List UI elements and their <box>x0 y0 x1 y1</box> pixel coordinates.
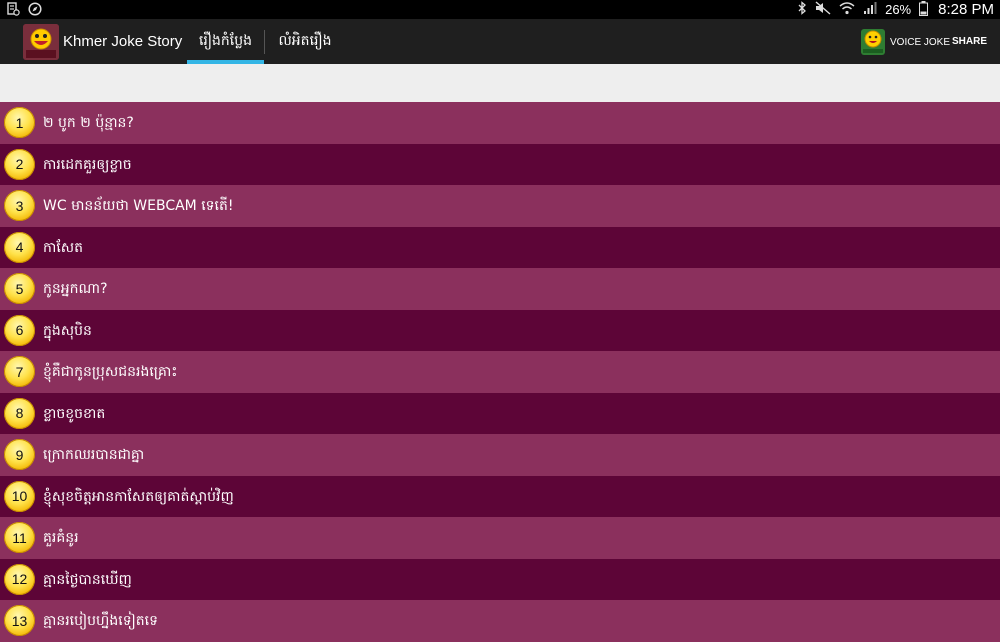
list-item[interactable]: 12 គ្មានថ្ងៃបានឃើញ <box>0 558 1000 600</box>
voice-joke-button[interactable]: VOICE JOKE <box>860 27 950 57</box>
item-title: ២ បូក ២ ប៉ុន្មាន? <box>43 115 134 131</box>
item-number-badge: 7 <box>4 356 35 387</box>
list-item[interactable]: 7 ខ្ញុំគឺជាកូនប្រុសជនរងគ្រោះ <box>0 351 1000 393</box>
list-item[interactable]: 1 ២ បូក ២ ប៉ុន្មាន? <box>0 102 1000 144</box>
tab-details[interactable]: លំអិតរឿង <box>265 19 345 64</box>
voice-joke-label: VOICE JOKE <box>890 36 951 48</box>
list-item[interactable]: 2 ការដេកគួរឲ្យខ្លាច <box>0 143 1000 185</box>
list-item[interactable]: 4 កាសែត <box>0 226 1000 268</box>
app-logo[interactable] <box>23 24 59 60</box>
list-item[interactable]: 11 គួរគំនូរ <box>0 517 1000 559</box>
status-bar: 26% 8:28 PM <box>0 0 1000 19</box>
tab-jokes-label: រឿងកំប្លែង <box>198 33 253 49</box>
content-header-strip <box>0 64 1000 102</box>
item-number-badge: 3 <box>4 190 35 221</box>
item-title: គ្មានថ្ងៃបានឃើញ <box>43 571 132 588</box>
item-number-badge: 4 <box>4 231 35 263</box>
list-item[interactable]: 5 កូនអ្នកណា? <box>0 268 1000 310</box>
item-number-badge: 9 <box>4 439 35 470</box>
item-title: ខ្លាចខូចខាត <box>43 405 106 422</box>
status-left-icons <box>6 2 42 16</box>
item-title: ការដេកគួរឲ្យខ្លាច <box>43 156 132 173</box>
item-number-badge: 1 <box>4 107 35 138</box>
item-number-badge: 12 <box>4 563 35 595</box>
app-title: Khmer Joke Story <box>63 33 183 50</box>
mute-icon <box>815 1 831 18</box>
clock: 8:28 PM <box>938 1 994 18</box>
item-title: ខ្ញុំសុខចិត្តអានកាសែតឲ្យគាត់ស្តាប់វិញ <box>43 488 234 505</box>
notification-icon <box>6 2 20 16</box>
list-item[interactable]: 3 WC មានន័យថា WEBCAM ទេតើ! <box>0 185 1000 227</box>
item-title: ក្រោកឈរបានជាគ្នា <box>43 447 145 463</box>
item-title: គ្មានរបៀបហ្នឹងទៀតទេ <box>43 613 158 629</box>
item-number-badge: 8 <box>4 397 35 429</box>
item-title: ខ្ញុំគឺជាកូនប្រុសជនរងគ្រោះ <box>43 364 178 380</box>
item-number-badge: 13 <box>4 605 35 636</box>
item-title: កូនអ្នកណា? <box>43 281 108 297</box>
joke-list: 1 ២ បូក ២ ប៉ុន្មាន? 2 ការដេកគួរឲ្យខ្លាច 3 WC … <box>0 102 1000 642</box>
item-title: WC មានន័យថា WEBCAM ទេតើ! <box>43 198 234 214</box>
list-item[interactable]: 8 ខ្លាចខូចខាត <box>0 392 1000 434</box>
tab-jokes[interactable]: រឿងកំប្លែង <box>187 19 264 64</box>
item-title: ក្នុងសុបិន <box>43 322 92 339</box>
item-title: កាសែត <box>43 239 83 256</box>
tab-details-label: លំអិតរឿង <box>278 33 332 49</box>
compass-icon <box>28 2 42 16</box>
voice-joke-icon <box>860 28 886 56</box>
battery-icon <box>919 0 929 19</box>
item-number-badge: 6 <box>4 314 35 346</box>
status-right: 26% 8:28 PM <box>797 0 994 19</box>
item-number-badge: 5 <box>4 273 35 304</box>
item-title: គួរគំនូរ <box>43 530 79 546</box>
bluetooth-icon <box>797 1 807 18</box>
item-number-badge: 2 <box>4 148 35 180</box>
item-number-badge: 11 <box>4 522 35 553</box>
app-bar: Khmer Joke Story រឿងកំប្លែង លំអិតរឿង VOI… <box>0 19 1000 64</box>
list-item[interactable]: 6 ក្នុងសុបិន <box>0 309 1000 351</box>
list-item[interactable]: 9 ក្រោកឈរបានជាគ្នា <box>0 434 1000 476</box>
wifi-icon <box>839 1 855 18</box>
list-item[interactable]: 13 គ្មានរបៀបហ្នឹងទៀតទេ <box>0 600 1000 642</box>
battery-percent: 26% <box>885 2 912 17</box>
signal-icon <box>863 1 877 18</box>
share-button[interactable]: SHARE <box>952 36 987 47</box>
list-item[interactable]: 10 ខ្ញុំសុខចិត្តអានកាសែតឲ្យគាត់ស្តាប់វិញ <box>0 475 1000 517</box>
item-number-badge: 10 <box>4 480 35 512</box>
